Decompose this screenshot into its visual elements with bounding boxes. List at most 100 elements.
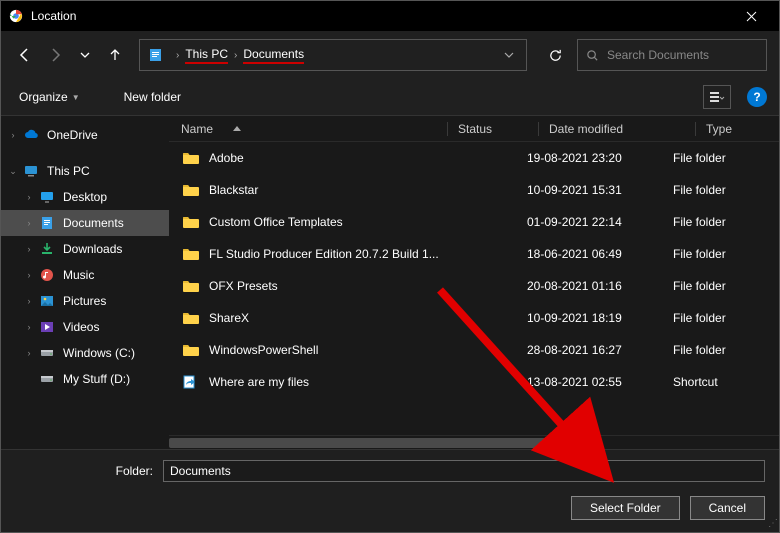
sidebar-item-label: OneDrive bbox=[47, 128, 98, 142]
address-dropdown[interactable] bbox=[504, 50, 514, 60]
expand-icon[interactable]: › bbox=[23, 192, 35, 202]
file-row[interactable]: Adobe 19-08-2021 23:20File folder bbox=[169, 142, 779, 174]
file-row[interactable]: WindowsPowerShell28-08-2021 16:27File fo… bbox=[169, 334, 779, 366]
file-type: Shortcut bbox=[673, 375, 779, 389]
up-button[interactable] bbox=[103, 43, 127, 67]
folder-icon bbox=[181, 342, 201, 358]
dialog-body: ›OneDrive⌄This PC›Desktop›Documents›Down… bbox=[1, 115, 779, 449]
recent-dropdown[interactable] bbox=[73, 43, 97, 67]
file-name: OFX Presets bbox=[209, 279, 447, 293]
sidebar-item-onedrive[interactable]: › OneDrive bbox=[1, 122, 169, 148]
navbar: › This PC › Documents Search Documents bbox=[1, 31, 779, 79]
file-date: 01-09-2021 22:14 bbox=[527, 215, 673, 229]
file-date: 10-09-2021 18:19 bbox=[527, 311, 673, 325]
sidebar-item-windows-c-[interactable]: › Windows (C:) bbox=[1, 340, 169, 366]
caret-down-icon: ▼ bbox=[72, 93, 80, 102]
sidebar-item-label: Pictures bbox=[63, 294, 106, 308]
expand-icon[interactable]: › bbox=[23, 244, 35, 254]
sidebar-item-label: Music bbox=[63, 268, 94, 282]
sidebar-item-music[interactable]: › Music bbox=[1, 262, 169, 288]
folder-icon bbox=[181, 182, 201, 198]
search-icon bbox=[586, 49, 599, 62]
file-row[interactable]: Custom Office Templates01-09-2021 22:14F… bbox=[169, 206, 779, 238]
file-list-pane: Name Status Date modified Type Adobe 19-0… bbox=[169, 116, 779, 449]
search-placeholder: Search Documents bbox=[607, 48, 709, 62]
file-row[interactable]: Where are my files13-08-2021 02:55Shortc… bbox=[169, 366, 779, 398]
pictures-icon bbox=[39, 293, 55, 309]
column-date[interactable]: Date modified bbox=[549, 122, 695, 136]
expand-icon[interactable]: › bbox=[23, 218, 35, 228]
expand-icon[interactable]: › bbox=[23, 296, 35, 306]
file-row[interactable]: Blackstar 10-09-2021 15:31File folder bbox=[169, 174, 779, 206]
refresh-button[interactable] bbox=[539, 39, 571, 71]
file-date: 20-08-2021 01:16 bbox=[527, 279, 673, 293]
sidebar-item-documents[interactable]: ›Documents bbox=[1, 210, 169, 236]
expand-icon[interactable]: › bbox=[23, 270, 35, 280]
select-folder-button[interactable]: Select Folder bbox=[571, 496, 680, 520]
file-date: 13-08-2021 02:55 bbox=[527, 375, 673, 389]
view-options-button[interactable] bbox=[703, 85, 731, 109]
help-button[interactable]: ? bbox=[747, 87, 767, 107]
expand-icon[interactable]: › bbox=[7, 130, 19, 140]
drive-icon bbox=[39, 371, 55, 387]
search-box[interactable]: Search Documents bbox=[577, 39, 767, 71]
file-name: Blackstar bbox=[209, 183, 447, 197]
file-type: File folder bbox=[673, 183, 779, 197]
file-row[interactable]: OFX Presets20-08-2021 01:16File folder bbox=[169, 270, 779, 302]
address-bar[interactable]: › This PC › Documents bbox=[139, 39, 527, 71]
shortcut-icon bbox=[181, 374, 201, 390]
column-type[interactable]: Type bbox=[706, 122, 779, 136]
file-type: File folder bbox=[673, 343, 779, 357]
file-name: ShareX bbox=[209, 311, 447, 325]
cancel-button[interactable]: Cancel bbox=[690, 496, 765, 520]
resize-grip-icon[interactable]: ⋰ bbox=[768, 518, 776, 529]
expand-icon[interactable]: › bbox=[23, 348, 35, 358]
window-title: Location bbox=[31, 9, 731, 23]
back-button[interactable] bbox=[13, 43, 37, 67]
file-date: 10-09-2021 15:31 bbox=[527, 183, 673, 197]
chevron-right-icon[interactable]: › bbox=[176, 50, 179, 61]
breadcrumb-this-pc[interactable]: This PC bbox=[185, 47, 228, 64]
sidebar-item-label: This PC bbox=[47, 164, 90, 178]
file-row[interactable]: ShareX10-09-2021 18:19File folder bbox=[169, 302, 779, 334]
documents-icon bbox=[148, 47, 164, 63]
column-status[interactable]: Status bbox=[458, 122, 538, 136]
file-name: FL Studio Producer Edition 20.7.2 Build … bbox=[209, 247, 447, 261]
sidebar-item-my-stuff-d-[interactable]: My Stuff (D:) bbox=[1, 366, 169, 392]
column-name[interactable]: Name bbox=[181, 122, 213, 136]
organize-menu[interactable]: Organize▼ bbox=[13, 86, 86, 108]
pc-icon bbox=[23, 163, 39, 179]
sidebar-item-videos[interactable]: ›Videos bbox=[1, 314, 169, 340]
file-type: File folder bbox=[673, 215, 779, 229]
sidebar: ›OneDrive⌄This PC›Desktop›Documents›Down… bbox=[1, 116, 169, 449]
expand-icon[interactable]: ⌄ bbox=[7, 166, 19, 177]
file-type: File folder bbox=[673, 151, 779, 165]
column-headers[interactable]: Name Status Date modified Type bbox=[169, 116, 779, 142]
chevron-right-icon[interactable]: › bbox=[234, 50, 237, 61]
file-date: 19-08-2021 23:20 bbox=[527, 151, 673, 165]
folder-name-input[interactable] bbox=[163, 460, 765, 482]
sidebar-item-label: Downloads bbox=[63, 242, 122, 256]
breadcrumb-documents[interactable]: Documents bbox=[243, 47, 304, 64]
file-row[interactable]: FL Studio Producer Edition 20.7.2 Build … bbox=[169, 238, 779, 270]
sidebar-item-this-pc[interactable]: ⌄ This PC bbox=[1, 158, 169, 184]
sidebar-item-label: Windows (C:) bbox=[63, 346, 135, 360]
desktop-icon bbox=[39, 189, 55, 205]
sidebar-item-pictures[interactable]: › Pictures bbox=[1, 288, 169, 314]
sidebar-item-desktop[interactable]: › Desktop bbox=[1, 184, 169, 210]
sort-asc-icon bbox=[233, 126, 241, 132]
file-dialog-window: Location › This PC › Documents Search Do… bbox=[0, 0, 780, 533]
close-button[interactable] bbox=[731, 1, 771, 31]
expand-icon[interactable]: › bbox=[23, 322, 35, 332]
file-name: Adobe bbox=[209, 151, 447, 165]
forward-button[interactable] bbox=[43, 43, 67, 67]
sidebar-item-downloads[interactable]: › Downloads bbox=[1, 236, 169, 262]
sidebar-item-label: Desktop bbox=[63, 190, 107, 204]
videos-icon bbox=[39, 319, 55, 335]
sidebar-item-label: My Stuff (D:) bbox=[63, 372, 130, 386]
folder-icon bbox=[181, 310, 201, 326]
horizontal-scrollbar[interactable] bbox=[169, 435, 779, 449]
new-folder-button[interactable]: New folder bbox=[118, 86, 187, 108]
music-icon bbox=[39, 267, 55, 283]
file-list: Adobe19-08-2021 23:20File folderBlacksta… bbox=[169, 142, 779, 435]
